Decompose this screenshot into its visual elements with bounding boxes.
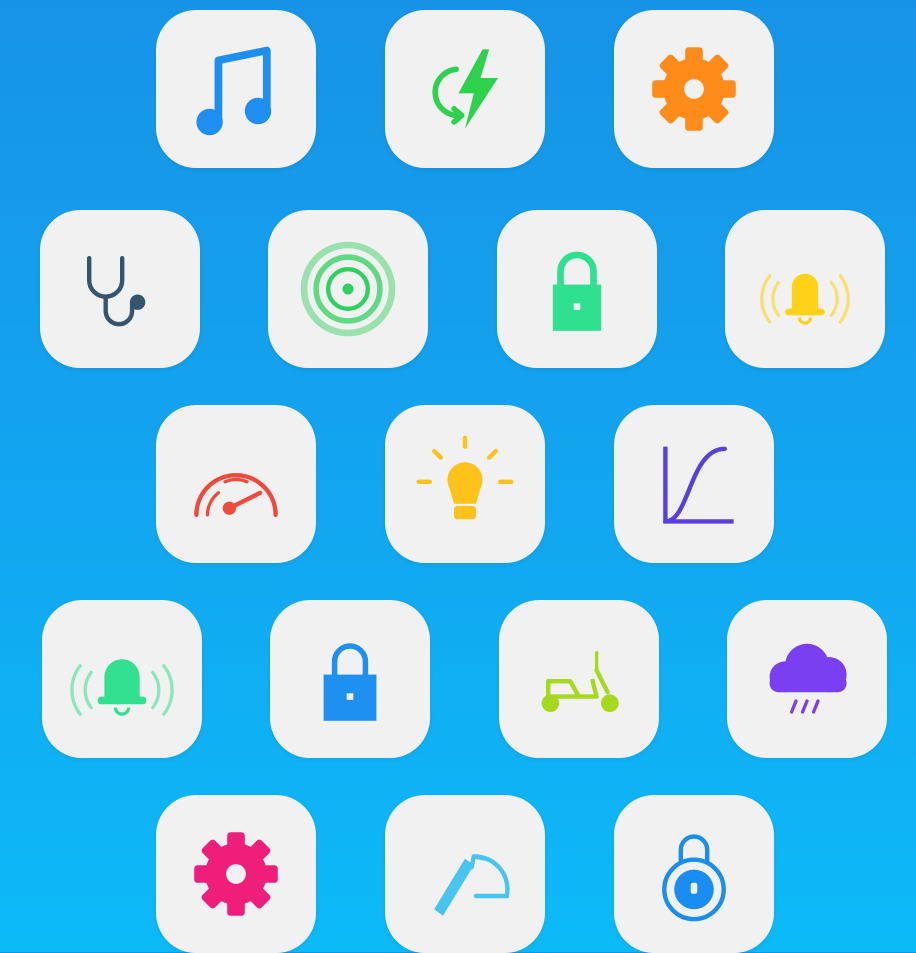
health-tile[interactable] bbox=[40, 210, 200, 368]
stethoscope-icon bbox=[87, 256, 146, 327]
radar-tile[interactable] bbox=[268, 210, 428, 368]
wiper-tile[interactable] bbox=[385, 795, 545, 953]
wiper-icon bbox=[434, 854, 510, 916]
padlock-tile[interactable] bbox=[614, 795, 774, 953]
ringing-bell-icon bbox=[70, 659, 174, 716]
gear-icon bbox=[652, 47, 736, 131]
lock-icon bbox=[323, 643, 377, 721]
power-tile[interactable] bbox=[385, 10, 545, 168]
chart-tile[interactable] bbox=[614, 405, 774, 563]
lock-tile[interactable] bbox=[497, 210, 657, 368]
combination-lock-icon bbox=[662, 834, 726, 922]
music-note-icon bbox=[196, 46, 272, 136]
ride-tile[interactable] bbox=[499, 600, 659, 758]
light-bulb-icon bbox=[416, 435, 514, 520]
alarm-tile[interactable] bbox=[725, 210, 885, 368]
gear-icon bbox=[194, 832, 278, 916]
radar-icon bbox=[300, 241, 396, 337]
notification-tile[interactable] bbox=[42, 600, 202, 758]
speedometer-icon bbox=[194, 473, 278, 517]
settings-tile[interactable] bbox=[614, 10, 774, 168]
speed-tile[interactable] bbox=[156, 405, 316, 563]
light-tile[interactable] bbox=[385, 405, 545, 563]
rain-cloud-icon bbox=[769, 643, 847, 714]
music-tile[interactable] bbox=[156, 10, 316, 168]
lock-icon bbox=[552, 251, 602, 331]
config-tile[interactable] bbox=[156, 795, 316, 953]
growth-curve-icon bbox=[663, 446, 734, 524]
power-refresh-icon bbox=[432, 49, 498, 129]
weather-tile[interactable] bbox=[727, 600, 887, 758]
secure-tile[interactable] bbox=[270, 600, 430, 758]
scooter-icon bbox=[541, 650, 619, 712]
ringing-bell-icon bbox=[760, 273, 850, 325]
